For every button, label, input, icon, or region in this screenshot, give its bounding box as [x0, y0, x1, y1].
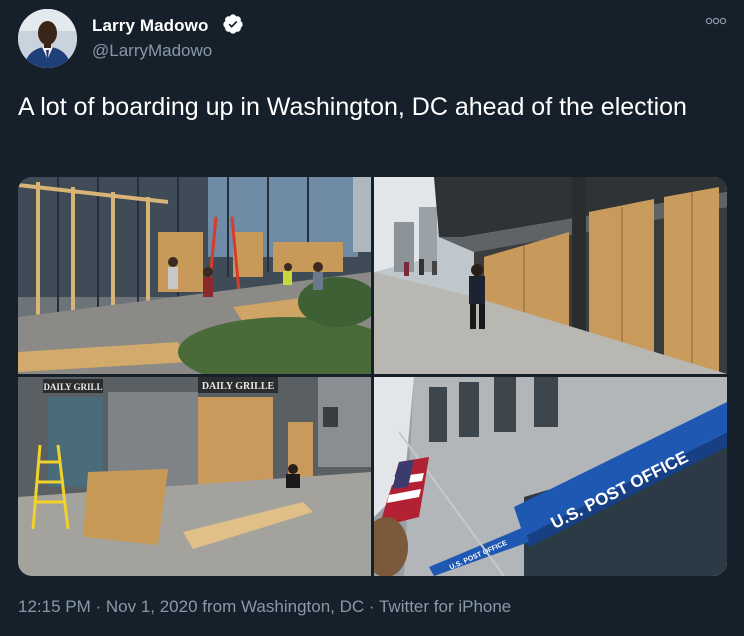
author-handle[interactable]: @LarryMadowo	[92, 41, 212, 61]
photo-3[interactable]: DAILY GRILL DAILY GRILLE	[18, 377, 371, 576]
meta-separator: ·	[364, 597, 379, 616]
tweet-meta: 12:15 PM · Nov 1, 2020 from Washington, …	[18, 597, 511, 617]
verified-badge-icon	[223, 14, 243, 34]
photo-2[interactable]	[374, 177, 727, 374]
author-avatar[interactable]	[18, 9, 77, 68]
photo-4[interactable]: U.S. POST OFFICE U.S. POST OFFICE	[374, 377, 727, 576]
meta-separator: ·	[90, 597, 106, 616]
tweet-card: Larry Madowo @LarryMadowo A lot of board…	[0, 0, 744, 636]
author-name[interactable]: Larry Madowo	[92, 16, 208, 36]
meta-from-label: from	[197, 597, 242, 616]
tweet-time[interactable]: 12:15 PM	[18, 597, 91, 616]
tweet-source[interactable]: Twitter for iPhone	[379, 597, 511, 616]
photo-grid: DAILY GRILL DAILY GRILLE U.S. POST OFFIC…	[18, 177, 727, 576]
photo-1[interactable]	[18, 177, 371, 374]
tweet-text: A lot of boarding up in Washington, DC a…	[18, 93, 687, 121]
more-options-icon[interactable]	[705, 14, 727, 28]
tweet-date[interactable]: Nov 1, 2020	[106, 597, 198, 616]
tweet-location[interactable]: Washington, DC	[241, 597, 364, 616]
photo-3-sign-left: DAILY GRILL	[43, 382, 102, 392]
photo-3-sign-right: DAILY GRILLE	[202, 381, 275, 392]
